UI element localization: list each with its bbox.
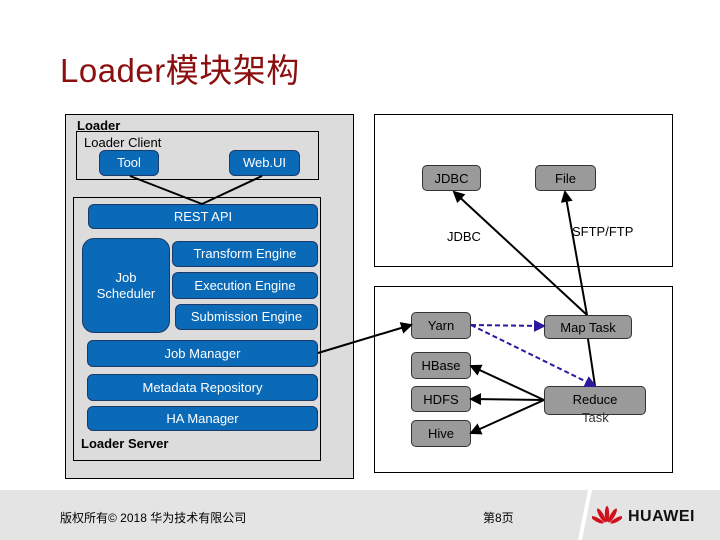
reduce-to-hdfs-link	[469, 393, 545, 406]
tool-to-rest-link	[129, 175, 203, 205]
jdbc-link-label: JDBC	[447, 229, 481, 244]
page-number: 第8页	[483, 511, 514, 525]
huawei-petal-icon	[592, 506, 622, 524]
sftp-link-label: SFTP/FTP	[572, 224, 634, 239]
huawei-logo: HUAWEI	[592, 503, 710, 531]
yarn-to-maptask-link	[470, 319, 546, 332]
copyright-text: 版权所有© 2018 华为技术有限公司	[60, 511, 247, 525]
footer-divider	[578, 490, 592, 540]
yarn-to-reduce-link	[470, 324, 597, 387]
maptask-to-reduce-link	[587, 338, 596, 387]
maptask-to-jdbc-link	[452, 190, 588, 316]
reduce-to-hive-link	[469, 399, 545, 435]
huawei-brand-text: HUAWEI	[628, 508, 695, 525]
connectors	[129, 175, 597, 435]
reduce-to-hbase-link	[469, 364, 545, 401]
jobmanager-to-yarn-link	[317, 322, 413, 354]
webui-to-rest-link	[201, 175, 263, 205]
